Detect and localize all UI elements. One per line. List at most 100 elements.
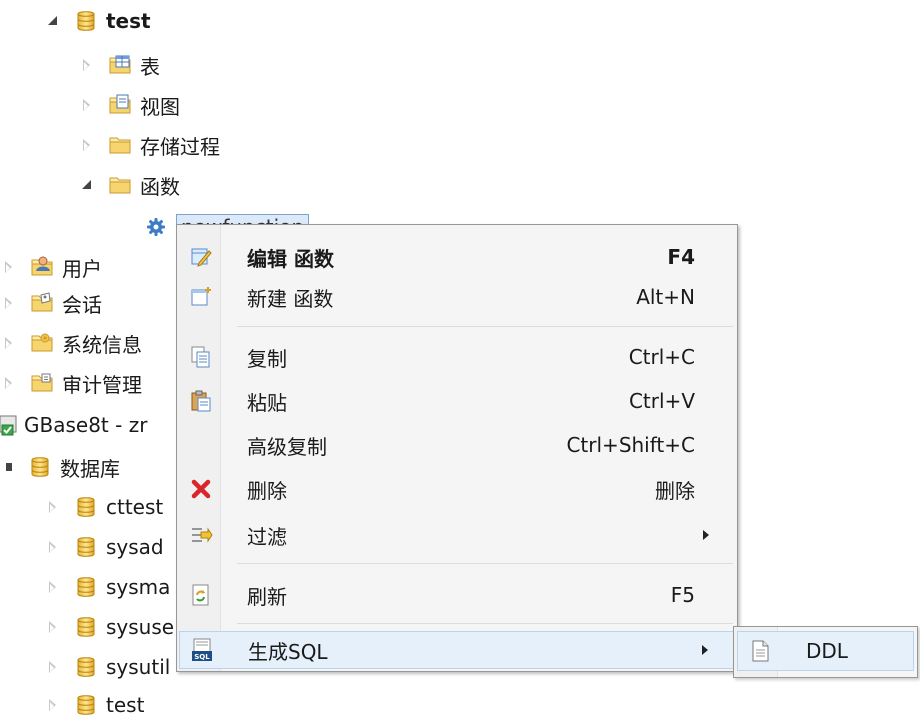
tree-node-label: 用户 (62, 256, 102, 281)
submenu-item-ddl[interactable]: DDL (737, 631, 914, 671)
menu-item-delete[interactable]: 删除 删除 (179, 471, 735, 507)
tree-node-label: 会话 (62, 292, 102, 317)
connection-icon (0, 413, 20, 437)
edit-icon (189, 245, 213, 269)
tree-node-label: test (106, 9, 151, 33)
collapsed-arrow-icon[interactable] (46, 580, 60, 594)
folder-icon (108, 173, 132, 197)
collapsed-arrow-icon[interactable] (46, 500, 60, 514)
tree-node-sysutil[interactable]: sysutil (46, 652, 170, 682)
sessions-icon (30, 291, 54, 315)
menu-item-label: 复制 (247, 346, 287, 371)
expanded-arrow-icon[interactable] (46, 14, 60, 28)
generate-sql-submenu: DDL (733, 626, 918, 678)
database-icon (74, 615, 98, 639)
expanded-arrow-icon[interactable] (6, 460, 12, 474)
folder-icon (108, 133, 132, 157)
tree-node-test-db[interactable]: test (46, 690, 144, 720)
collapsed-arrow-icon[interactable] (46, 698, 60, 712)
menu-item-label: 生成SQL (248, 639, 328, 664)
tree-node-label: 表 (140, 54, 160, 79)
svg-text:SQL: SQL (194, 653, 210, 661)
tree-node-sysad[interactable]: sysad (46, 532, 164, 562)
menu-item-new-function[interactable]: 新建 函数 Alt+N (179, 279, 735, 315)
menu-item-shortcut: 删除 (655, 478, 695, 503)
database-icon (74, 575, 98, 599)
new-icon (189, 285, 213, 309)
menu-item-shortcut: Ctrl+C (628, 345, 695, 369)
database-icon (28, 455, 52, 479)
refresh-icon (189, 583, 213, 607)
database-icon (74, 693, 98, 717)
database-icon (74, 495, 98, 519)
tree-node-users[interactable]: 用户 (2, 252, 102, 282)
tree-node-label: 视图 (140, 94, 180, 119)
tree-node-sysma[interactable]: sysma (46, 572, 170, 602)
collapsed-arrow-icon[interactable] (2, 296, 16, 310)
tree-node-label: 数据库 (60, 456, 120, 481)
submenu-arrow-icon (703, 530, 709, 540)
collapsed-arrow-icon[interactable] (80, 58, 94, 72)
tree-node-label: 系统信息 (62, 332, 142, 357)
tree-node-audit[interactable]: 审计管理 (2, 368, 142, 398)
menu-item-label: 粘贴 (247, 390, 287, 415)
menu-item-label: 删除 (247, 478, 287, 503)
context-menu: 编辑 函数 F4 新建 函数 Alt+N 复制 Ctrl+C 粘贴 Ctrl+V… (176, 224, 738, 672)
collapsed-arrow-icon[interactable] (46, 620, 60, 634)
tree-node-databases[interactable]: 数据库 (6, 452, 120, 482)
menu-item-filter[interactable]: 过滤 (179, 517, 735, 553)
expanded-arrow-icon[interactable] (80, 178, 94, 192)
paste-icon (189, 389, 213, 413)
tree-node-procedures[interactable]: 存储过程 (80, 130, 220, 160)
tree-node-label: 审计管理 (62, 372, 142, 397)
sql-icon: SQL (190, 638, 214, 662)
tree-node-label: sysutil (106, 655, 171, 679)
view-icon (108, 93, 132, 117)
menu-item-copy[interactable]: 复制 Ctrl+C (179, 339, 735, 375)
tree-node-label: GBase8t - zr (24, 413, 148, 437)
tree-node-views[interactable]: 视图 (80, 90, 180, 120)
tree-node-cttest[interactable]: cttest (46, 492, 163, 522)
tree-node-connection[interactable]: GBase8t - zr (0, 410, 147, 440)
table-icon (108, 53, 132, 77)
tree-node-functions[interactable]: 函数 (80, 170, 180, 200)
menu-item-shortcut: Alt+N (636, 285, 695, 309)
tree-node-label: cttest (106, 495, 164, 519)
collapsed-arrow-icon[interactable] (2, 336, 16, 350)
filter-icon (189, 523, 213, 547)
menu-item-paste[interactable]: 粘贴 Ctrl+V (179, 383, 735, 419)
menu-item-generate-sql[interactable]: SQL 生成SQL (179, 631, 735, 669)
tree-node-label: 存储过程 (140, 134, 220, 159)
menu-item-advanced-copy[interactable]: 高级复制 Ctrl+Shift+C (179, 427, 735, 463)
audit-icon (30, 371, 54, 395)
tree-node-tables[interactable]: 表 (80, 50, 160, 80)
submenu-arrow-icon (702, 645, 708, 655)
collapsed-arrow-icon[interactable] (46, 660, 60, 674)
collapsed-arrow-icon[interactable] (2, 376, 16, 390)
tree-node-sysuse[interactable]: sysuse (46, 612, 174, 642)
menu-item-label: 编辑 函数 (247, 246, 334, 271)
menu-item-shortcut: F5 (670, 583, 695, 607)
menu-item-label: 新建 函数 (247, 286, 334, 311)
menu-separator (237, 326, 733, 327)
collapsed-arrow-icon[interactable] (2, 260, 16, 274)
collapsed-arrow-icon[interactable] (80, 98, 94, 112)
menu-item-edit-function[interactable]: 编辑 函数 F4 (179, 239, 735, 275)
users-icon (30, 255, 54, 279)
tree-node-test[interactable]: test (46, 6, 151, 36)
collapsed-arrow-icon[interactable] (46, 540, 60, 554)
tree-node-sessions[interactable]: 会话 (2, 288, 102, 318)
menu-separator (237, 623, 733, 624)
menu-item-label: 高级复制 (247, 434, 327, 459)
menu-item-refresh[interactable]: 刷新 F5 (179, 577, 735, 613)
tree-node-sysinfo[interactable]: 系统信息 (2, 328, 142, 358)
tree-node-label: 函数 (140, 174, 180, 199)
database-icon (74, 9, 98, 33)
menu-item-label: DDL (806, 639, 848, 663)
tree-node-label: sysad (106, 535, 164, 559)
database-icon (74, 535, 98, 559)
menu-item-label: 刷新 (247, 584, 287, 609)
menu-item-shortcut: F4 (667, 245, 695, 269)
tree-node-label: test (106, 693, 145, 717)
collapsed-arrow-icon[interactable] (80, 138, 94, 152)
